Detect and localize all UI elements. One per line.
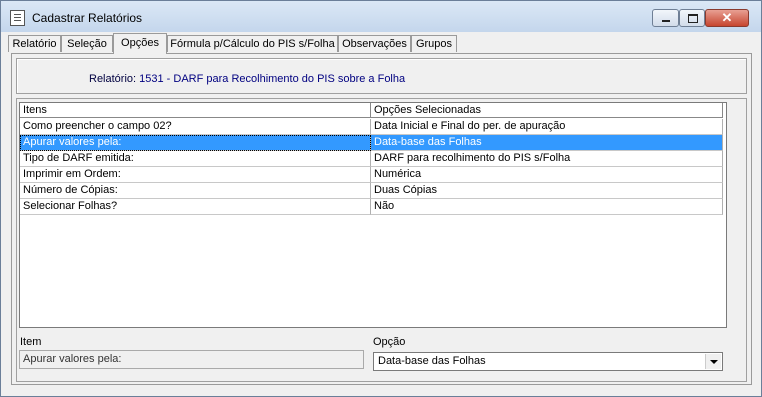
tab-formula[interactable]: Fórmula p/Cálculo do PIS s/Folha xyxy=(167,35,338,52)
tab-content-opcoes: Relatório: 1531 - DARF para Recolhimento… xyxy=(11,53,752,385)
item-cell[interactable]: Apurar valores pela: xyxy=(20,135,371,151)
item-cell[interactable]: Como preencher o campo 02? xyxy=(20,119,371,135)
option-cell[interactable]: Data Inicial e Final do per. de apuração xyxy=(371,119,723,135)
item-cell[interactable]: Selecionar Folhas? xyxy=(20,199,371,215)
tab-observacoes[interactable]: Observações xyxy=(338,35,411,52)
option-cell[interactable]: DARF para recolhimento do PIS s/Folha xyxy=(371,151,723,167)
table-row[interactable]: Selecionar Folhas? Não xyxy=(20,199,726,215)
option-select[interactable]: Data-base das Folhas xyxy=(373,352,723,371)
option-cell[interactable]: Numérica xyxy=(371,167,723,183)
close-icon: ✕ xyxy=(721,10,733,25)
close-button[interactable]: ✕ xyxy=(705,9,749,27)
report-header-panel: Relatório: 1531 - DARF para Recolhimento… xyxy=(16,58,747,94)
title-bar[interactable]: Cadastrar Relatórios ✕ xyxy=(1,1,761,32)
item-cell[interactable]: Imprimir em Ordem: xyxy=(20,167,371,183)
table-row[interactable]: Como preencher o campo 02? Data Inicial … xyxy=(20,119,726,135)
tab-selecao[interactable]: Seleção xyxy=(61,35,113,52)
item-cell[interactable]: Número de Cópias: xyxy=(20,183,371,199)
minimize-button[interactable] xyxy=(652,9,679,27)
report-label-line: Relatório: 1531 - DARF para Recolhimento… xyxy=(89,73,405,85)
item-field: Apurar valores pela: xyxy=(19,350,364,369)
main-window: Cadastrar Relatórios ✕ Relatório Seleção… xyxy=(0,0,762,397)
table-row[interactable]: Número de Cópias: Duas Cópias xyxy=(20,183,726,199)
option-cell[interactable]: Não xyxy=(371,199,723,215)
tab-opcoes[interactable]: Opções xyxy=(113,33,167,54)
tab-relatorio[interactable]: Relatório xyxy=(8,35,61,52)
tab-grupos[interactable]: Grupos xyxy=(411,35,457,52)
window-title: Cadastrar Relatórios xyxy=(32,11,143,25)
report-label: Relatório: xyxy=(89,73,137,85)
option-select-value: Data-base das Folhas xyxy=(378,355,486,367)
option-cell[interactable]: Duas Cópias xyxy=(371,183,723,199)
table-row-selected[interactable]: Apurar valores pela: Data-base das Folha… xyxy=(20,135,726,151)
report-name: 1531 - DARF para Recolhimento do PIS sob… xyxy=(139,73,406,85)
item-label: Item xyxy=(20,336,42,348)
column-header-itens[interactable]: Itens xyxy=(20,103,371,118)
chevron-down-icon[interactable] xyxy=(705,354,721,369)
options-grid[interactable]: Itens Opções Selecionadas Como preencher… xyxy=(19,102,727,328)
maximize-button[interactable] xyxy=(679,9,705,27)
item-cell[interactable]: Tipo de DARF emitida: xyxy=(20,151,371,167)
app-icon xyxy=(10,10,25,26)
table-row[interactable]: Imprimir em Ordem: Numérica xyxy=(20,167,726,183)
option-cell[interactable]: Data-base das Folhas xyxy=(371,135,723,151)
option-label: Opção xyxy=(373,336,406,348)
table-row[interactable]: Tipo de DARF emitida: DARF para recolhim… xyxy=(20,151,726,167)
column-header-opcoes[interactable]: Opções Selecionadas xyxy=(371,103,723,118)
